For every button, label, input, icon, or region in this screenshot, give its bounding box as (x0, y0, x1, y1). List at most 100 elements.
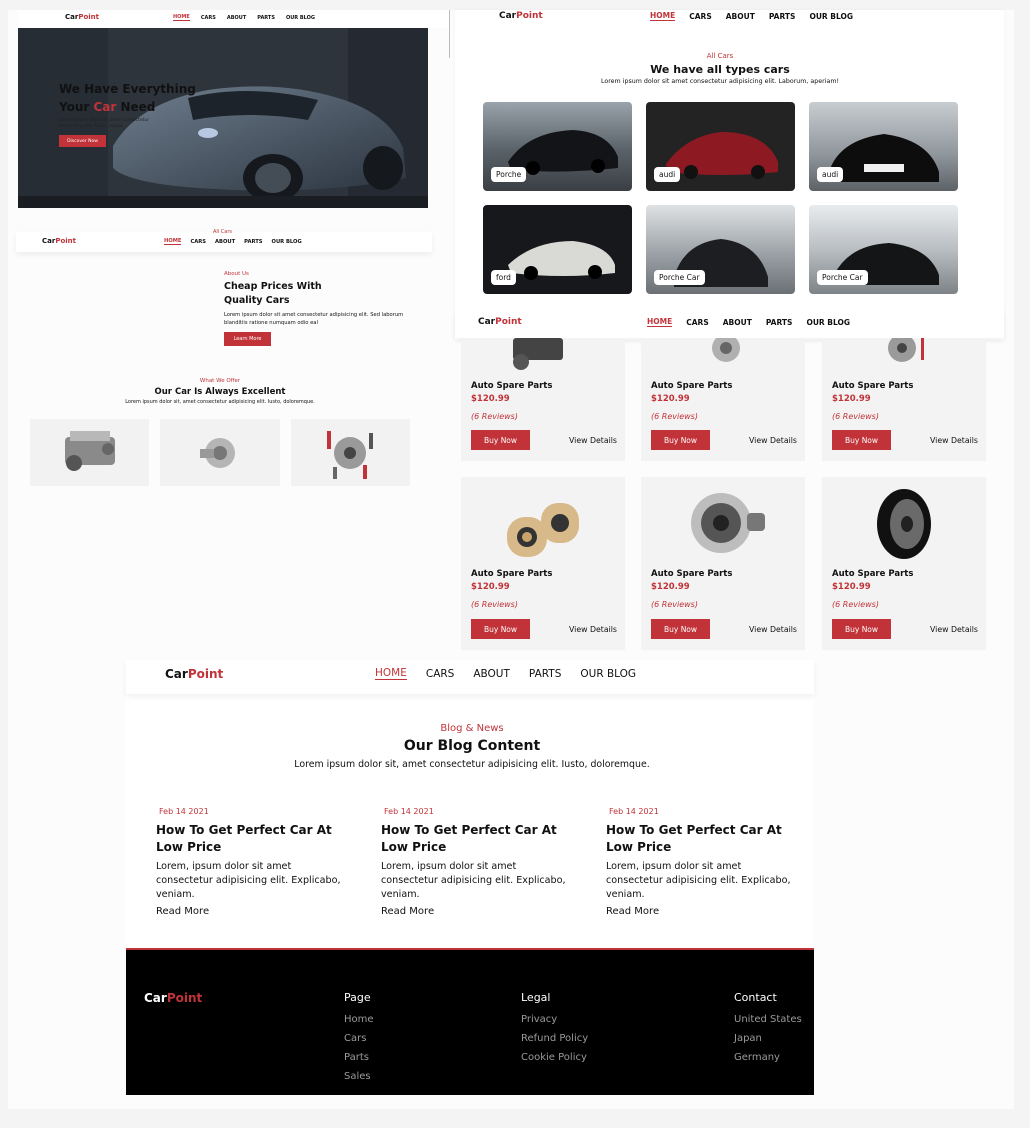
view-details-link[interactable]: View Details (569, 436, 617, 445)
nav-home[interactable]: HOME (647, 317, 673, 327)
cars-tag: All Cars (706, 52, 734, 60)
nav-blog[interactable]: OUR BLOG (580, 668, 636, 680)
main-nav: HOME CARS ABOUT PARTS OUR BLOG (375, 667, 636, 680)
main-nav: HOME CARS ABOUT PARTS OUR BLOG (650, 11, 853, 21)
blog-title: Our Blog Content (403, 738, 541, 754)
nav-cars[interactable]: CARS (689, 12, 712, 21)
footer-link-sales[interactable]: Sales (344, 1071, 374, 1082)
footer-page-column: Page Home Cars Parts Sales (344, 991, 374, 1090)
nav-about[interactable]: ABOUT (215, 239, 235, 245)
about-tag: About Us (224, 271, 249, 277)
discover-button[interactable]: Discover Now (59, 135, 106, 147)
view-details-link[interactable]: View Details (930, 436, 978, 445)
part-card[interactable]: Auto Spare Parts $120.99 (6 Reviews) Buy… (822, 477, 986, 650)
logo[interactable]: CarPoint (478, 317, 522, 327)
view-details-link[interactable]: View Details (569, 625, 617, 634)
nav-home[interactable]: HOME (164, 238, 182, 245)
part-card[interactable]: Auto Spare Parts $120.99 (6 Reviews) Buy… (461, 477, 625, 650)
offer-card[interactable] (30, 419, 149, 486)
footer-heading: Contact (734, 991, 777, 1004)
post-title[interactable]: How To Get Perfect Car At Low Price (156, 822, 346, 856)
nav-about[interactable]: ABOUT (473, 668, 510, 680)
view-details-link[interactable]: View Details (749, 436, 797, 445)
blog-post: Feb 14 2021 How To Get Perfect Car At Lo… (606, 807, 796, 917)
buy-now-button[interactable]: Buy Now (651, 619, 710, 639)
oil-filter-icon (507, 503, 579, 557)
car-card-audi[interactable]: audi (646, 102, 795, 191)
footer-link-parts[interactable]: Parts (344, 1052, 374, 1063)
learn-more-button[interactable]: Learn More (224, 332, 271, 346)
footer-link-germany[interactable]: Germany (734, 1052, 802, 1063)
offer-card[interactable] (160, 419, 280, 486)
footer-logo[interactable]: CarPoint (144, 991, 202, 1005)
buy-now-button[interactable]: Buy Now (651, 430, 710, 450)
buy-now-button[interactable]: Buy Now (832, 619, 891, 639)
nav-cars[interactable]: CARS (686, 318, 709, 327)
nav-parts[interactable]: PARTS (769, 12, 796, 21)
logo[interactable]: CarPoint (65, 13, 99, 21)
post-text: Lorem, ipsum dolor sit amet consectetur … (381, 861, 566, 900)
offer-tag: What We Offer (199, 378, 241, 384)
post-title[interactable]: How To Get Perfect Car At Low Price (381, 822, 571, 856)
nav-parts[interactable]: PARTS (257, 15, 275, 21)
nav-about[interactable]: ABOUT (723, 318, 752, 327)
nav-blog[interactable]: OUR BLOG (272, 239, 302, 245)
hero-banner: We Have Everything Your Car Need Lorem i… (18, 28, 428, 208)
part-card[interactable]: Auto Spare Parts $120.99 (6 Reviews) Buy… (641, 477, 805, 650)
car-card-audi-2[interactable]: audi (809, 102, 958, 191)
offer-title: Our Car Is Always Excellent (154, 387, 286, 397)
read-more-link[interactable]: Read More (156, 906, 346, 917)
offer-card[interactable] (291, 419, 410, 486)
footer-link-japan[interactable]: Japan (734, 1033, 802, 1044)
read-more-link[interactable]: Read More (606, 906, 796, 917)
buy-now-button[interactable]: Buy Now (832, 430, 891, 450)
main-nav: HOME CARS ABOUT PARTS OUR BLOG (647, 317, 850, 327)
car-card-porche[interactable]: Porche (483, 102, 632, 191)
nav-parts[interactable]: PARTS (766, 318, 793, 327)
footer-link-us[interactable]: United States (734, 1014, 802, 1025)
footer-link-refund[interactable]: Refund Policy (521, 1033, 588, 1044)
cars-subtitle: Lorem ipsum dolor sit amet consectetur a… (600, 78, 839, 85)
logo[interactable]: CarPoint (165, 667, 223, 681)
nav-cars[interactable]: CARS (426, 668, 454, 680)
nav-about[interactable]: ABOUT (227, 15, 246, 21)
nav-home[interactable]: HOME (173, 14, 190, 21)
nav-home[interactable]: HOME (375, 667, 407, 680)
brake-kit-icon (888, 338, 924, 362)
hero-text: Lorem ipsum dolor sit amet consectetur a… (59, 118, 150, 129)
nav-about[interactable]: ABOUT (726, 12, 755, 21)
nav-blog[interactable]: OUR BLOG (286, 15, 315, 21)
buy-now-button[interactable]: Buy Now (471, 619, 530, 639)
blog-post: Feb 14 2021 How To Get Perfect Car At Lo… (156, 807, 346, 917)
nav-parts[interactable]: PARTS (529, 668, 561, 680)
footer-link-cars[interactable]: Cars (344, 1033, 374, 1044)
read-more-link[interactable]: Read More (381, 906, 571, 917)
nav-cars[interactable]: CARS (190, 239, 206, 245)
buy-now-button[interactable]: Buy Now (471, 430, 530, 450)
nav-parts[interactable]: PARTS (244, 239, 262, 245)
part-card[interactable]: Auto Spare Parts $120.99 (6 Reviews) Buy… (822, 338, 986, 461)
logo[interactable]: CarPoint (499, 11, 543, 21)
nav-blog[interactable]: OUR BLOG (806, 318, 850, 327)
part-card[interactable]: Auto Spare Parts $120.99 (6 Reviews) Buy… (461, 338, 625, 461)
footer-heading: Page (344, 991, 371, 1004)
car-label: Porche Car (654, 270, 705, 285)
nav-blog[interactable]: OUR BLOG (809, 12, 853, 21)
nav-home[interactable]: HOME (650, 11, 676, 21)
view-details-link[interactable]: View Details (749, 625, 797, 634)
footer-legal-column: Legal Privacy Refund Policy Cookie Polic… (521, 991, 588, 1071)
footer-link-cookie[interactable]: Cookie Policy (521, 1052, 588, 1063)
footer-link-privacy[interactable]: Privacy (521, 1014, 588, 1025)
car-card-porche-car-2[interactable]: Porche Car (809, 205, 958, 294)
turbo-icon (200, 438, 235, 468)
logo[interactable]: CarPoint (42, 237, 76, 245)
view-details-link[interactable]: View Details (930, 625, 978, 634)
post-title[interactable]: How To Get Perfect Car At Low Price (606, 822, 796, 856)
engine-icon (513, 338, 563, 370)
footer-link-home[interactable]: Home (344, 1014, 374, 1025)
part-card[interactable]: Auto Spare Parts $120.99 (6 Reviews) Buy… (641, 338, 805, 461)
car-card-porche-car[interactable]: Porche Car (646, 205, 795, 294)
main-nav: HOME CARS ABOUT PARTS OUR BLOG (164, 238, 302, 245)
car-card-ford[interactable]: ford (483, 205, 632, 294)
nav-cars[interactable]: CARS (201, 15, 216, 21)
